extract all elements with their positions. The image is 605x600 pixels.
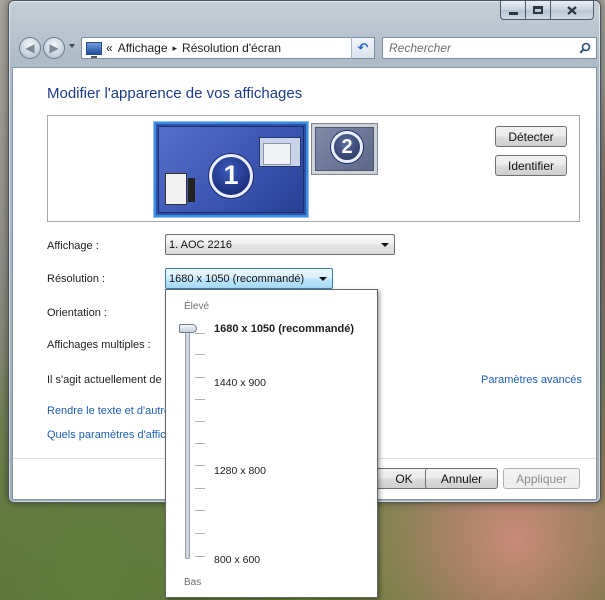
monitor-arrangement: 1 2 Détecter Identifier bbox=[47, 115, 580, 222]
low-label: Bas bbox=[184, 577, 202, 588]
forward-button[interactable]: ▶ bbox=[43, 37, 65, 59]
identify-button[interactable]: Identifier bbox=[495, 155, 567, 176]
search-input[interactable] bbox=[383, 39, 573, 57]
slider-tick bbox=[195, 465, 205, 466]
slider-tick bbox=[195, 556, 205, 557]
refresh-button[interactable]: ↶ bbox=[351, 37, 375, 59]
forward-arrow-icon: ▶ bbox=[49, 41, 59, 55]
breadcrumb-resolution[interactable]: Résolution d'écran bbox=[182, 41, 281, 55]
slider-tick bbox=[195, 443, 205, 444]
advanced-settings-link[interactable]: Paramètres avancés bbox=[481, 374, 582, 386]
search-box[interactable] bbox=[382, 37, 597, 59]
text-size-link[interactable]: Rendre le texte et d'autres bbox=[47, 405, 175, 417]
resolution-label: Résolution : bbox=[47, 273, 106, 285]
display-control-panel-icon bbox=[86, 41, 102, 58]
slider-tick bbox=[195, 510, 205, 511]
page-title: Modifier l'apparence de vos affichages bbox=[47, 85, 303, 102]
multiple-displays-label: Affichages multiples : bbox=[47, 339, 151, 351]
address-prefix[interactable]: « bbox=[106, 41, 113, 55]
chevron-down-icon bbox=[381, 243, 389, 247]
refresh-icon: ↶ bbox=[357, 40, 369, 55]
slider-tick bbox=[195, 399, 205, 400]
back-button[interactable]: ◀ bbox=[19, 37, 41, 59]
resolution-dropdown-popup: Élevé 1680 x 1050 (recommandé) 1440 x 90… bbox=[165, 289, 378, 598]
resolution-option-1680x1050[interactable]: 1680 x 1050 (recommandé) bbox=[214, 323, 354, 335]
current-display-text: Il s'agit actuellement de bbox=[47, 374, 162, 386]
maximize-button[interactable] bbox=[526, 1, 551, 20]
resolution-slider-thumb[interactable] bbox=[179, 324, 197, 333]
slider-tick bbox=[195, 421, 205, 422]
monitor-preview-icon bbox=[165, 173, 195, 205]
display-select[interactable]: 1. AOC 2216 bbox=[165, 234, 395, 255]
maximize-icon bbox=[533, 6, 543, 14]
chevron-down-icon bbox=[319, 277, 327, 281]
back-arrow-icon: ◀ bbox=[25, 41, 35, 55]
resolution-option-800x600[interactable]: 800 x 600 bbox=[214, 554, 260, 566]
breadcrumb-affichage[interactable]: Affichage bbox=[118, 41, 168, 55]
navigation-bar: ◀ ▶ « Affichage ▸ Résolution d'écran ↶ bbox=[19, 36, 597, 61]
caption-buttons bbox=[500, 1, 594, 20]
cancel-button[interactable]: Annuler bbox=[425, 468, 498, 489]
minimize-icon bbox=[508, 11, 518, 15]
monitor-2[interactable]: 2 bbox=[311, 123, 378, 175]
display-settings-help-link[interactable]: Quels paramètres d'affichage bbox=[47, 429, 175, 441]
search-icon[interactable] bbox=[579, 42, 591, 54]
monitor-1-number: 1 bbox=[209, 154, 253, 198]
slider-tick bbox=[195, 354, 205, 355]
display-select-value: 1. AOC 2216 bbox=[169, 238, 232, 251]
recent-pages-dropdown[interactable] bbox=[69, 44, 75, 48]
close-button[interactable] bbox=[551, 1, 594, 20]
address-bar[interactable]: « Affichage ▸ Résolution d'écran bbox=[81, 37, 375, 59]
monitor-2-number: 2 bbox=[331, 131, 363, 163]
monitor-preview-window bbox=[259, 137, 301, 167]
slider-tick bbox=[195, 533, 205, 534]
slider-tick bbox=[195, 333, 205, 334]
orientation-label: Orientation : bbox=[47, 307, 107, 319]
slider-tick bbox=[195, 377, 205, 378]
close-icon bbox=[567, 5, 577, 15]
resolution-slider-track[interactable] bbox=[185, 327, 190, 559]
high-label: Élevé bbox=[184, 301, 210, 312]
apply-button[interactable]: Appliquer bbox=[503, 468, 580, 489]
resolution-select-value: 1680 x 1050 (recommandé) bbox=[169, 272, 305, 285]
detect-button[interactable]: Détecter bbox=[495, 126, 567, 147]
resolution-select[interactable]: 1680 x 1050 (recommandé) bbox=[165, 268, 333, 289]
display-label: Affichage : bbox=[47, 240, 99, 252]
slider-tick bbox=[195, 488, 205, 489]
resolution-option-1280x800[interactable]: 1280 x 800 bbox=[214, 465, 266, 477]
breadcrumb-separator[interactable]: ▸ bbox=[173, 43, 178, 54]
minimize-button[interactable] bbox=[500, 1, 526, 20]
resolution-option-1440x900[interactable]: 1440 x 900 bbox=[214, 377, 266, 389]
monitor-1[interactable]: 1 bbox=[154, 122, 308, 217]
